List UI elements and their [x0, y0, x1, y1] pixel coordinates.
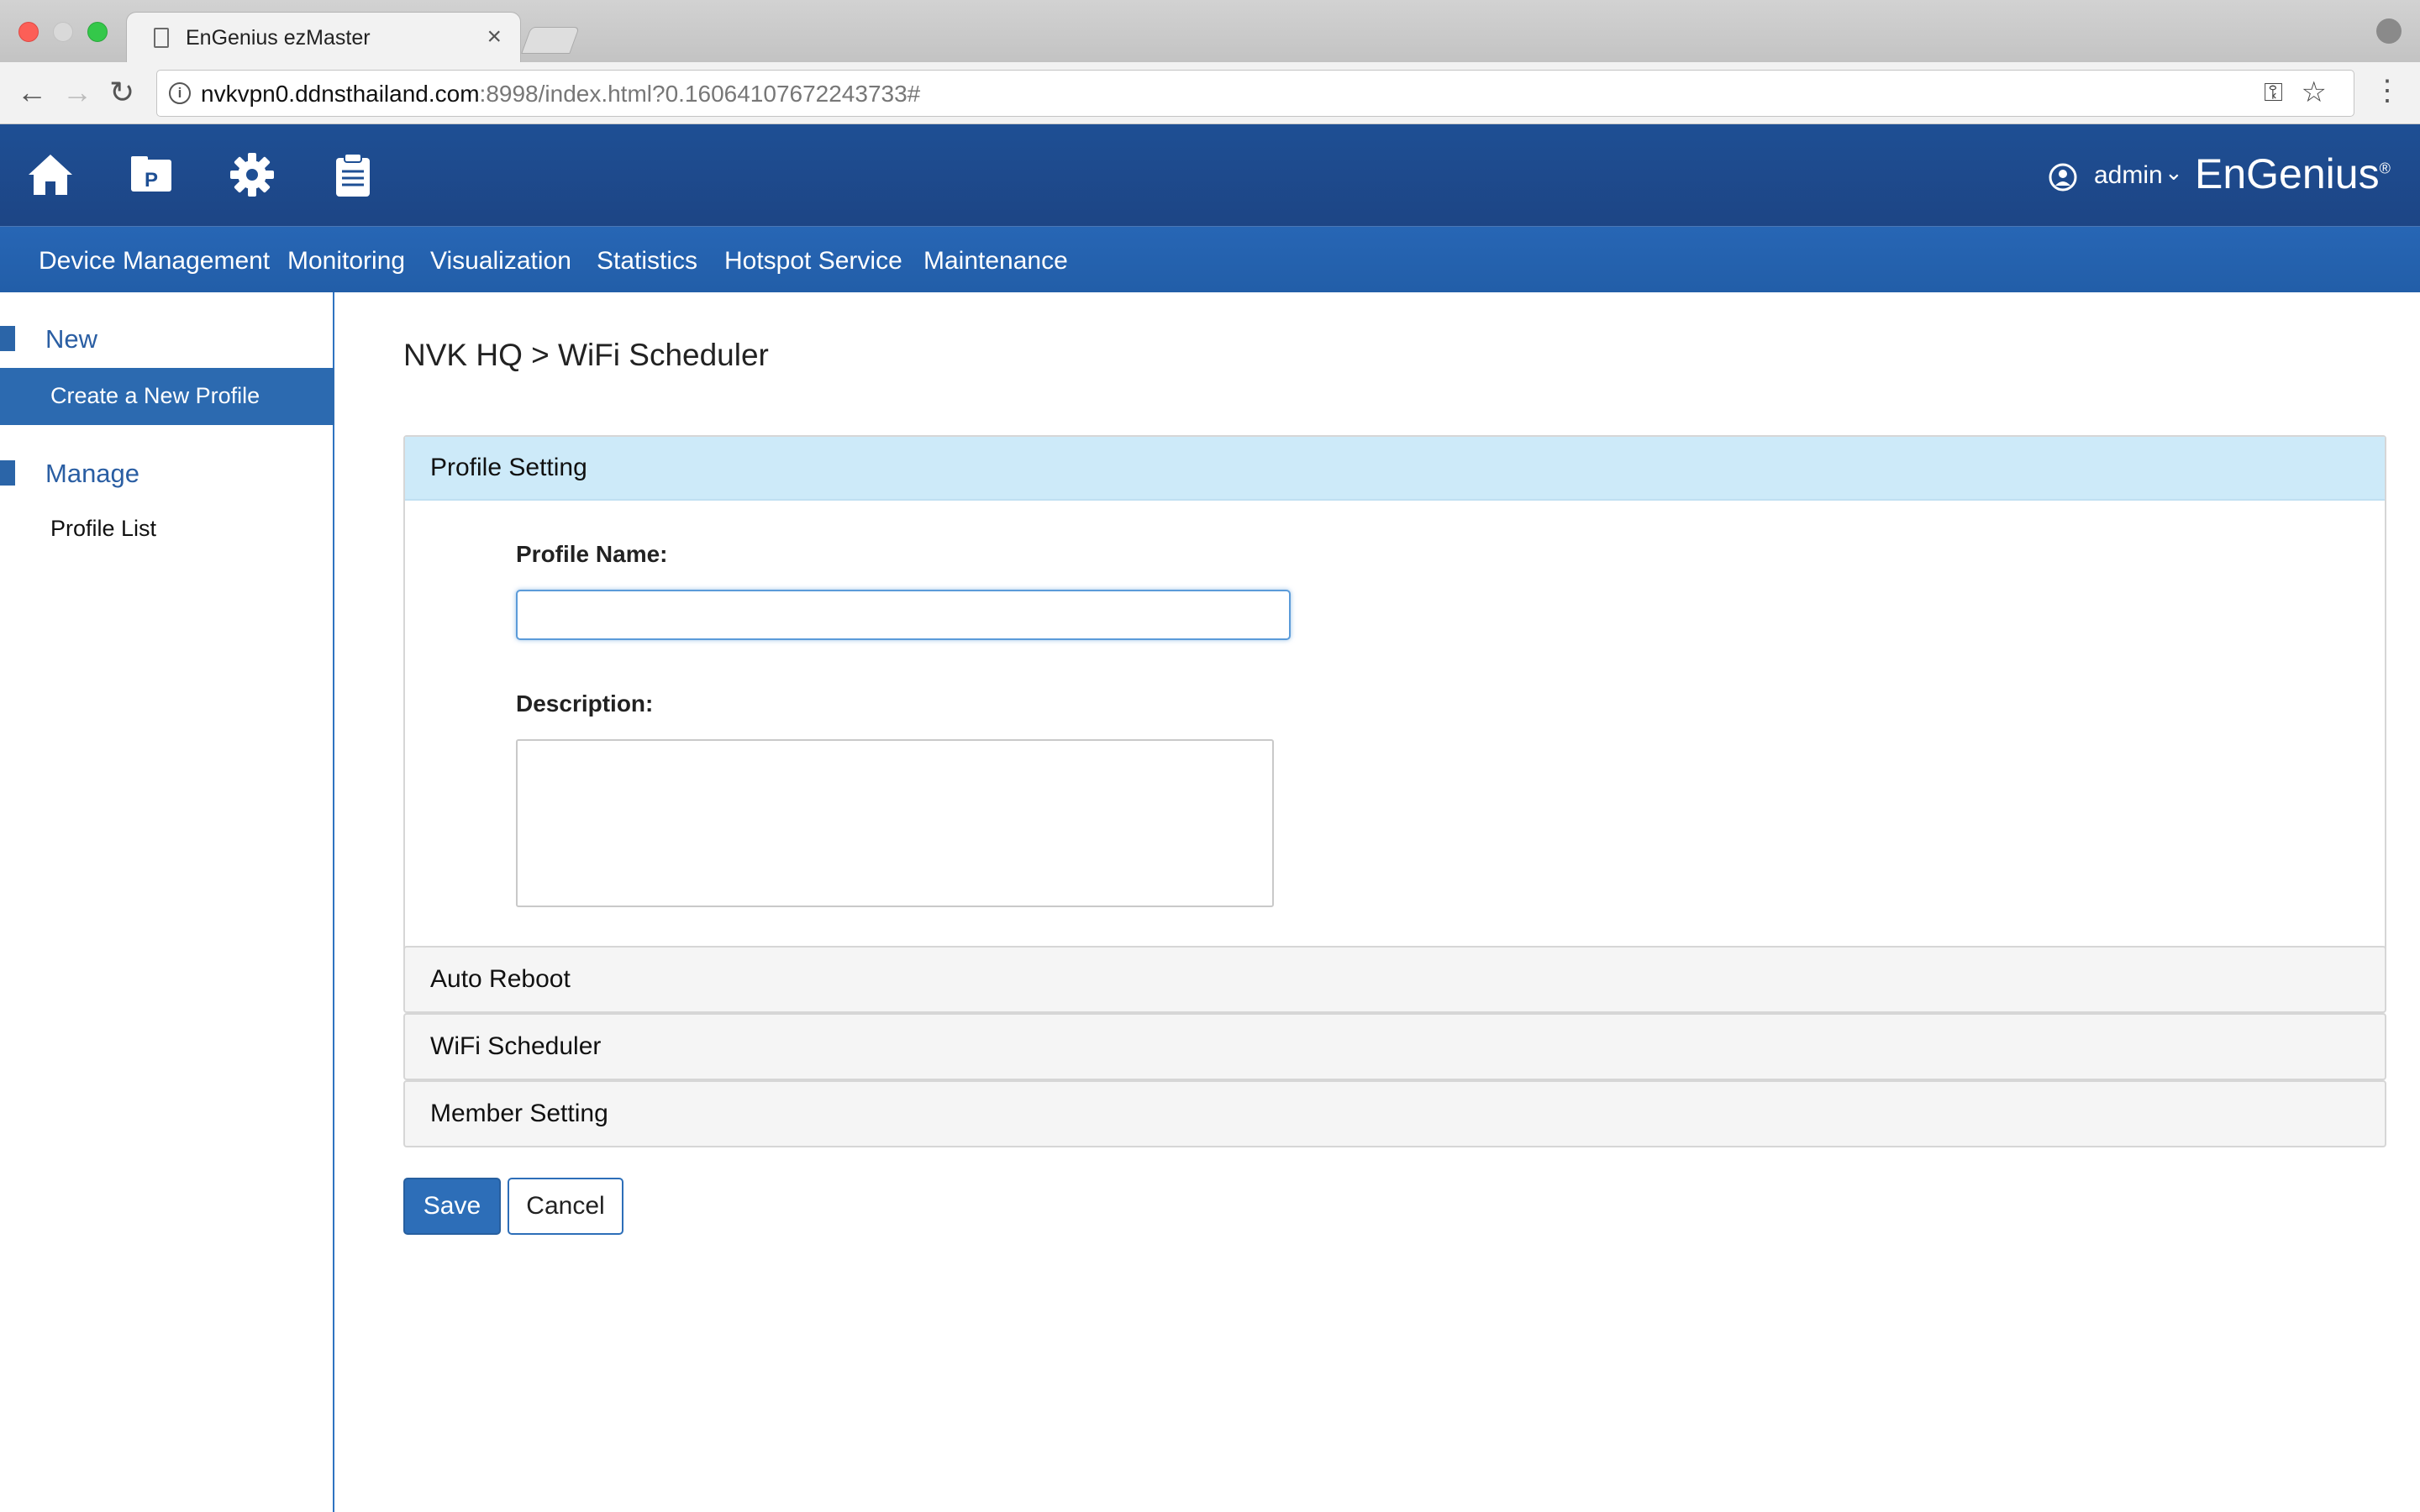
browser-tabstrip: EnGenius ezMaster ×	[0, 0, 2420, 64]
profile-name-label: Profile Name:	[516, 541, 668, 567]
panel-header-wifi-scheduler[interactable]: WiFi Scheduler	[405, 1015, 2385, 1079]
nav-visualization[interactable]: Visualization	[430, 247, 571, 276]
forward-arrow-icon[interactable]: →	[62, 74, 92, 111]
key-icon[interactable]: ⚿	[2264, 79, 2283, 108]
section-marker	[0, 460, 15, 486]
back-arrow-icon[interactable]: ←	[17, 74, 47, 111]
save-button[interactable]: Save	[403, 1178, 501, 1235]
nav-device-management[interactable]: Device Management	[39, 247, 270, 276]
document-icon	[154, 28, 169, 48]
brand-name: EnGenius	[2195, 150, 2380, 197]
sidebar-item-create-profile[interactable]: Create a New Profile	[0, 368, 334, 425]
address-bar[interactable]: i nvkvpn0.ddnsthailand.com:8998/index.ht…	[156, 70, 2354, 117]
sidebar-section-new: New	[45, 324, 98, 354]
nav-maintenance[interactable]: Maintenance	[923, 247, 1068, 276]
gear-icon[interactable]	[227, 150, 277, 200]
panel-wifi-scheduler[interactable]: WiFi Scheduler	[403, 1013, 2386, 1080]
user-avatar-icon[interactable]	[2049, 163, 2077, 192]
panel-title: Profile Setting	[430, 454, 587, 481]
svg-text:P: P	[145, 169, 158, 192]
home-icon[interactable]	[25, 150, 76, 200]
panel-header-member-setting[interactable]: Member Setting	[405, 1082, 2385, 1146]
sidebar: New Create a New Profile Manage Profile …	[0, 292, 334, 1512]
breadcrumb: NVK HQ > WiFi Scheduler	[403, 338, 769, 372]
description-textarea[interactable]	[516, 739, 1274, 907]
profile-name-input[interactable]	[516, 590, 1291, 640]
reload-icon[interactable]: ↻	[109, 74, 134, 111]
user-name[interactable]: admin	[2094, 161, 2163, 190]
panel-title: WiFi Scheduler	[430, 1032, 602, 1060]
tab-close-icon[interactable]: ×	[487, 23, 502, 51]
browser-toolbar: ← → ↻ i nvkvpn0.ddnsthailand.com:8998/in…	[0, 62, 2420, 124]
panel-title: Member Setting	[430, 1100, 608, 1127]
chevron-down-icon[interactable]: ⌄	[2165, 160, 2183, 186]
nav-hotspot-service[interactable]: Hotspot Service	[724, 247, 902, 276]
info-icon[interactable]: i	[169, 82, 191, 104]
panel-auto-reboot[interactable]: Auto Reboot	[403, 946, 2386, 1013]
browser-tab[interactable]: EnGenius ezMaster ×	[126, 12, 521, 64]
url-path: :8998/index.html?0.16064107672243733#	[479, 81, 921, 107]
nav-statistics[interactable]: Statistics	[597, 247, 697, 276]
brand-logo: EnGenius®	[2195, 150, 2391, 197]
panel-member-setting[interactable]: Member Setting	[403, 1080, 2386, 1147]
main-nav: Device Management Monitoring Visualizati…	[0, 227, 2420, 292]
panel-header-profile-setting[interactable]: Profile Setting	[405, 437, 2385, 501]
panel-body: Profile Name: Description:	[405, 501, 2385, 971]
description-label: Description:	[516, 690, 654, 717]
project-icon[interactable]: P	[126, 150, 176, 200]
tab-title: EnGenius ezMaster	[186, 26, 371, 50]
nav-monitoring[interactable]: Monitoring	[287, 247, 405, 276]
cancel-button[interactable]: Cancel	[508, 1178, 623, 1235]
sidebar-item-label: Create a New Profile	[50, 383, 260, 408]
url-host: nvkvpn0.ddnsthailand.com	[201, 81, 480, 107]
panel-header-auto-reboot[interactable]: Auto Reboot	[405, 948, 2385, 1011]
window-minimize-button[interactable]	[53, 22, 73, 42]
app-header: P admin ⌄ EnGenius®	[0, 124, 2420, 227]
browser-menu-icon[interactable]: ⋮	[2373, 74, 2402, 108]
section-marker	[0, 326, 15, 351]
bookmark-star-icon[interactable]: ☆	[2302, 76, 2327, 109]
browser-profile-icon[interactable]	[2376, 18, 2402, 44]
panel-title: Auto Reboot	[430, 965, 571, 993]
new-tab-button[interactable]	[521, 27, 580, 54]
window-close-button[interactable]	[18, 22, 39, 42]
panel-profile-setting: Profile Setting Profile Name: Descriptio…	[403, 435, 2386, 973]
clipboard-icon[interactable]	[328, 150, 378, 200]
url-text[interactable]: nvkvpn0.ddnsthailand.com:8998/index.html…	[201, 81, 920, 108]
sidebar-item-profile-list[interactable]: Profile List	[50, 516, 156, 542]
window-zoom-button[interactable]	[87, 22, 108, 42]
sidebar-section-manage: Manage	[45, 459, 140, 488]
